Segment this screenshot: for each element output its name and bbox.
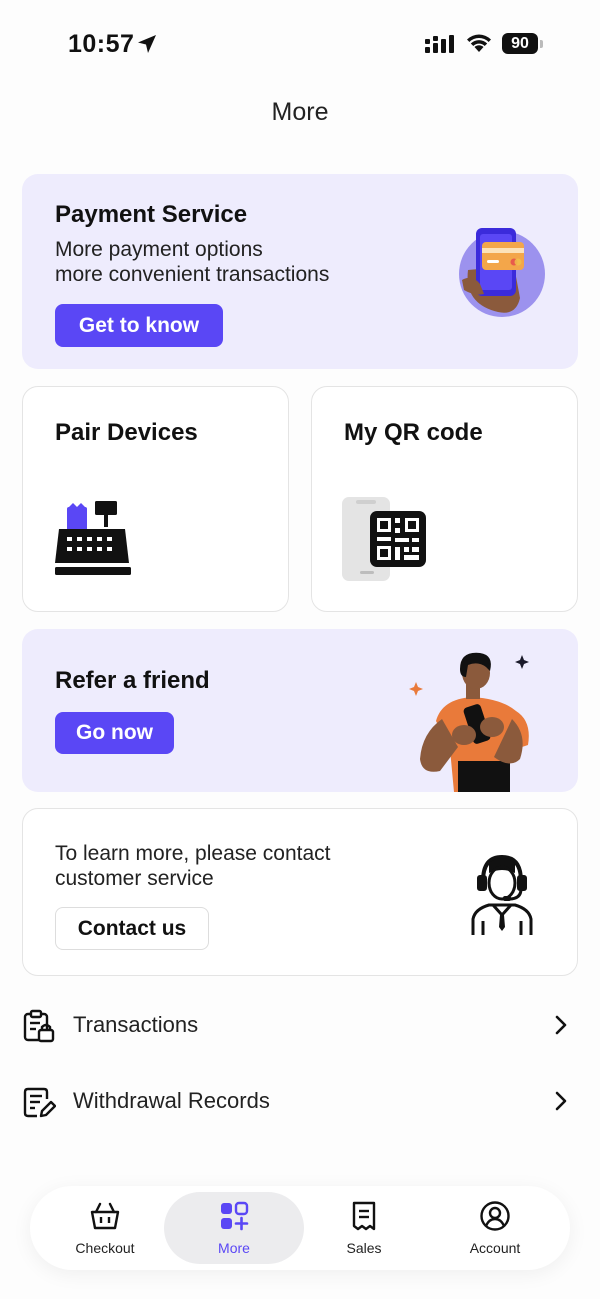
status-bar: 10:57 90 <box>0 0 600 90</box>
document-edit-icon <box>23 1087 56 1118</box>
page-title: More <box>271 98 329 126</box>
tab-more[interactable]: More <box>164 1192 304 1264</box>
payment-service-line2: more convenient transactions <box>55 263 330 286</box>
clipboard-lock-icon <box>23 1009 55 1043</box>
tab-account-label: Account <box>469 1240 521 1256</box>
basket-icon <box>90 1202 120 1230</box>
chevron-right-icon <box>555 1015 567 1035</box>
bottom-tab-bar: Checkout More Sales Account <box>30 1186 570 1270</box>
cash-register-icon <box>55 501 131 575</box>
grid-plus-icon <box>221 1201 249 1231</box>
wifi-icon <box>467 34 491 52</box>
refer-friend-card[interactable]: Refer a friend Go now <box>22 629 578 792</box>
contact-us-button[interactable]: Contact us <box>55 907 209 950</box>
refer-friend-title: Refer a friend <box>55 667 210 694</box>
payment-service-card[interactable]: Payment Service More payment options mor… <box>22 174 578 369</box>
tab-more-label: More <box>218 1240 250 1256</box>
go-now-button[interactable]: Go now <box>55 712 174 754</box>
tab-checkout-label: Checkout <box>75 1240 135 1256</box>
transactions-label: Transactions <box>73 1012 199 1037</box>
payment-service-title: Payment Service <box>55 201 248 228</box>
qr-code-icon <box>342 497 426 581</box>
phone-payment-illustration <box>459 228 545 317</box>
battery-indicator: 90 <box>502 33 538 54</box>
contact-service-card: To learn more, please contact customer s… <box>22 808 578 976</box>
location-arrow-icon <box>138 35 156 53</box>
tab-sales[interactable]: Sales <box>294 1192 434 1264</box>
user-circle-icon <box>480 1201 510 1231</box>
receipt-icon <box>352 1201 376 1231</box>
person-with-phone-illustration <box>409 652 529 792</box>
battery-tip <box>540 40 543 48</box>
tab-checkout[interactable]: Checkout <box>35 1192 175 1264</box>
status-time: 10:57 <box>68 30 135 58</box>
my-qr-code-card[interactable]: My QR code <box>311 386 578 612</box>
tab-sales-label: Sales <box>346 1240 382 1256</box>
contact-line2: customer service <box>55 867 214 890</box>
chevron-right-icon <box>555 1091 567 1111</box>
tab-account[interactable]: Account <box>425 1192 565 1264</box>
cellular-signal-icon <box>425 35 454 53</box>
pair-devices-title: Pair Devices <box>55 419 198 446</box>
list-item-withdrawal-records[interactable]: Withdrawal Records <box>22 1071 578 1131</box>
customer-service-agent-icon <box>471 854 533 935</box>
pair-devices-card[interactable]: Pair Devices <box>22 386 289 612</box>
contact-line1: To learn more, please contact <box>55 842 331 865</box>
payment-service-line1: More payment options <box>55 238 263 261</box>
my-qr-code-title: My QR code <box>344 419 483 446</box>
list-item-transactions[interactable]: Transactions <box>22 995 578 1055</box>
get-to-know-button[interactable]: Get to know <box>55 304 223 347</box>
withdrawal-records-label: Withdrawal Records <box>73 1088 270 1113</box>
